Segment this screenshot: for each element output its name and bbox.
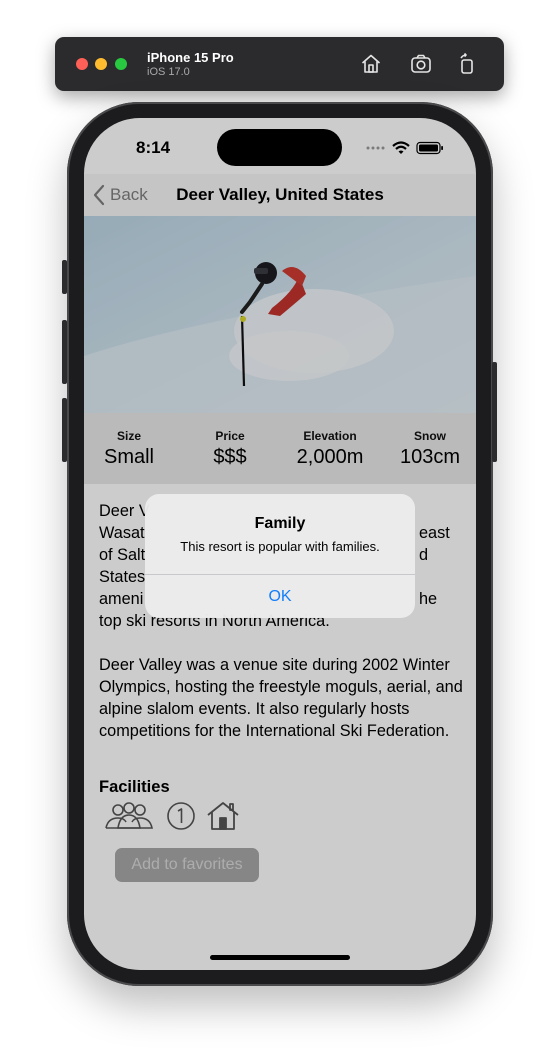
rotate-icon[interactable]: [455, 52, 479, 76]
simulator-device-name: iPhone 15 Pro: [147, 50, 234, 65]
simulator-os-version: iOS 17.0: [147, 66, 190, 78]
home-icon[interactable]: [359, 52, 383, 76]
simulator-toolbar: iPhone 15 Pro iOS 17.0: [55, 37, 504, 91]
alert-message: This resort is popular with families.: [180, 539, 380, 554]
alert-ok-button[interactable]: OK: [145, 575, 415, 618]
volume-down-button: [62, 398, 67, 462]
minimize-window-button[interactable]: [95, 58, 107, 70]
device-screen: 8:14 Back Deer Valley, United States Siz…: [84, 118, 476, 970]
screenshot-icon[interactable]: [409, 52, 433, 76]
close-window-button[interactable]: [76, 58, 88, 70]
volume-up-button: [62, 320, 67, 384]
power-button: [492, 362, 497, 462]
alert-title: Family: [254, 515, 306, 532]
zoom-window-button[interactable]: [115, 58, 127, 70]
action-button: [62, 260, 67, 294]
alert-dialog: Family This resort is popular with famil…: [145, 494, 415, 618]
home-indicator[interactable]: [210, 955, 350, 960]
